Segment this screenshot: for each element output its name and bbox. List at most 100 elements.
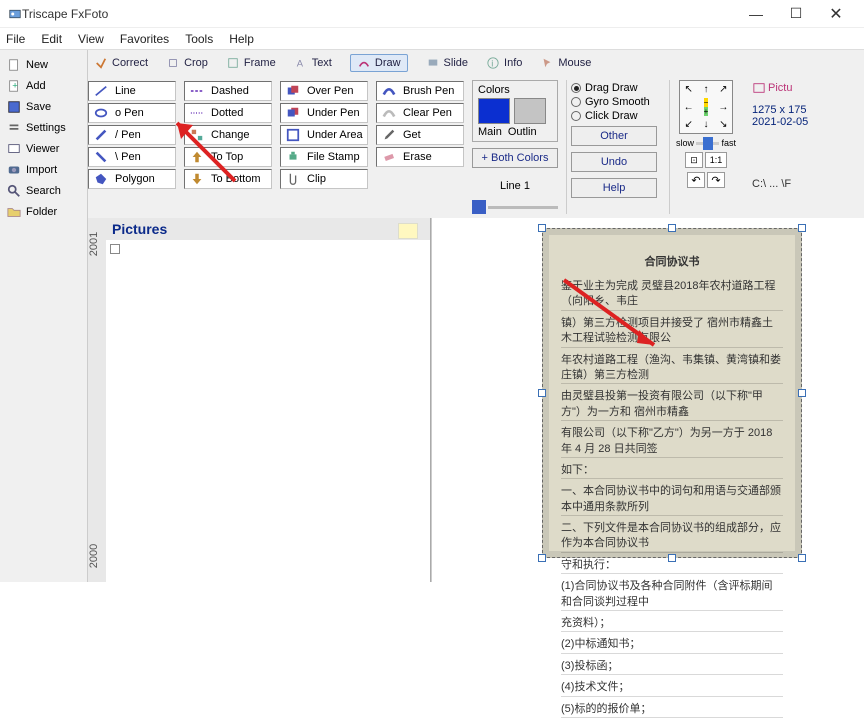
- tool-under-area[interactable]: Under Area: [280, 125, 368, 145]
- radio-click-draw[interactable]: Click Draw: [571, 110, 657, 122]
- menu-edit[interactable]: Edit: [41, 32, 62, 46]
- sidebar-import[interactable]: Import: [2, 160, 85, 180]
- tool-to-top[interactable]: To Top: [184, 147, 272, 167]
- svg-text:A: A: [296, 57, 303, 68]
- tool-get[interactable]: Get: [376, 125, 464, 145]
- menu-favorites[interactable]: Favorites: [120, 32, 169, 46]
- rotate-left-button[interactable]: ↶: [687, 172, 705, 188]
- colors-label: Colors: [478, 84, 552, 96]
- handle-ne[interactable]: [798, 224, 806, 232]
- tab-correct[interactable]: Correct: [94, 57, 148, 69]
- line-label: Line 1: [472, 180, 558, 192]
- tool-o-pen[interactable]: o Pen: [88, 103, 176, 123]
- mouse-icon: [540, 57, 554, 69]
- stamp-icon: [285, 150, 301, 164]
- zoom-1-1-button[interactable]: 1:1: [705, 152, 727, 168]
- menu-help[interactable]: Help: [229, 32, 254, 46]
- left-sidebar: New +Add Save Settings Viewer Import Sea…: [0, 50, 88, 582]
- sidebar-folder[interactable]: Folder: [2, 202, 85, 222]
- other-button[interactable]: Other: [571, 126, 657, 146]
- undo-button[interactable]: Undo: [571, 152, 657, 172]
- tool-polygon[interactable]: Polygon: [88, 169, 176, 189]
- radio-drag-draw[interactable]: Drag Draw: [571, 82, 657, 94]
- help-button[interactable]: Help: [571, 178, 657, 198]
- tool-line[interactable]: Line: [88, 81, 176, 101]
- pictures-icon: [752, 82, 766, 94]
- handle-n[interactable]: [668, 224, 676, 232]
- tool-clip[interactable]: Clip: [280, 169, 368, 189]
- tool-slash-pen[interactable]: / Pen: [88, 125, 176, 145]
- document-image[interactable]: 合同协议书 鉴于业主为完成 灵璧县2018年农村道路工程（向阳乡、韦庄 镇）第三…: [542, 228, 802, 558]
- both-colors-button[interactable]: + Both Colors: [472, 148, 558, 168]
- maximize-button[interactable]: ☐: [776, 0, 816, 28]
- tool-col-1: Line o Pen / Pen \ Pen Polygon: [88, 80, 176, 214]
- tool-over-pen[interactable]: Over Pen: [280, 81, 368, 101]
- folder-icon: [6, 205, 22, 219]
- close-button[interactable]: ✕: [816, 0, 856, 28]
- line-slider[interactable]: [472, 200, 558, 214]
- handle-se[interactable]: [798, 554, 806, 562]
- save-icon: [6, 100, 22, 114]
- titlebar: Triscape FxFoto — ☐ ✕: [0, 0, 864, 28]
- tool-under-pen[interactable]: Under Pen: [280, 103, 368, 123]
- speed-slider[interactable]: slow fast: [676, 138, 736, 148]
- menu-tools[interactable]: Tools: [185, 32, 213, 46]
- note-icon[interactable]: [398, 223, 418, 239]
- main-color-swatch[interactable]: [478, 98, 510, 124]
- slide-icon: [426, 57, 440, 69]
- settings-icon: [6, 121, 22, 135]
- backslash-pen-icon: [93, 150, 109, 164]
- sidebar-viewer[interactable]: Viewer: [2, 139, 85, 159]
- info-icon: i: [486, 57, 500, 69]
- handle-w[interactable]: [538, 389, 546, 397]
- minimize-button[interactable]: —: [736, 0, 776, 28]
- tab-slide[interactable]: Slide: [426, 57, 468, 69]
- tool-dashed[interactable]: Dashed: [184, 81, 272, 101]
- sidebar-new[interactable]: New: [2, 55, 85, 75]
- fit-button[interactable]: ⊡: [685, 152, 703, 168]
- doc-title: 合同协议书: [561, 253, 783, 269]
- radio-gyro-smooth[interactable]: Gyro Smooth: [571, 96, 657, 108]
- sidebar-settings[interactable]: Settings: [2, 118, 85, 138]
- over-pen-icon: [285, 84, 301, 98]
- tab-frame[interactable]: Frame: [226, 57, 276, 69]
- empty-checkbox[interactable]: [110, 244, 120, 254]
- sidebar-search[interactable]: Search: [2, 181, 85, 201]
- tab-crop[interactable]: Crop: [166, 57, 208, 69]
- nav-pad[interactable]: ↖↑↗ ←−+→ ↙↓↘: [679, 80, 733, 134]
- menu-view[interactable]: View: [78, 32, 104, 46]
- rotate-right-button[interactable]: ↷: [707, 172, 725, 188]
- tool-dotted[interactable]: Dotted: [184, 103, 272, 123]
- main-label: Main: [478, 126, 502, 138]
- canvas[interactable]: 合同协议书 鉴于业主为完成 灵璧县2018年农村道路工程（向阳乡、韦庄 镇）第三…: [431, 218, 864, 582]
- tab-text[interactable]: AText: [294, 57, 332, 69]
- handle-e[interactable]: [798, 389, 806, 397]
- menu-file[interactable]: File: [6, 32, 25, 46]
- clip-icon: [285, 172, 301, 186]
- handle-sw[interactable]: [538, 554, 546, 562]
- change-icon: [189, 128, 205, 142]
- image-info: Pictu 1275 x 175 2021-02-05 C:\ ... \F: [750, 80, 824, 214]
- tab-draw[interactable]: Draw: [350, 54, 408, 72]
- tool-file-stamp[interactable]: File Stamp: [280, 147, 368, 167]
- tab-info[interactable]: iInfo: [486, 57, 522, 69]
- tool-erase[interactable]: Erase: [376, 147, 464, 167]
- crop-icon: [166, 57, 180, 69]
- handle-nw[interactable]: [538, 224, 546, 232]
- tool-clear-pen[interactable]: Clear Pen: [376, 103, 464, 123]
- tool-backslash-pen[interactable]: \ Pen: [88, 147, 176, 167]
- menubar: File Edit View Favorites Tools Help: [0, 28, 864, 50]
- under-pen-icon: [285, 106, 301, 120]
- dashed-icon: [189, 84, 205, 98]
- tool-to-bottom[interactable]: To Bottom: [184, 169, 272, 189]
- polygon-icon: [93, 172, 109, 186]
- tool-brush-pen[interactable]: Brush Pen: [376, 81, 464, 101]
- tool-change[interactable]: Change: [184, 125, 272, 145]
- app-icon: [8, 8, 22, 20]
- ribbon-tabs: Correct Crop Frame AText Draw Slide iInf…: [88, 50, 864, 76]
- sidebar-add[interactable]: +Add: [2, 76, 85, 96]
- tab-mouse[interactable]: Mouse: [540, 57, 591, 69]
- tool-col-2: Dashed Dotted Change To Top To Bottom: [184, 80, 272, 214]
- sidebar-save[interactable]: Save: [2, 97, 85, 117]
- outline-color-swatch[interactable]: [514, 98, 546, 124]
